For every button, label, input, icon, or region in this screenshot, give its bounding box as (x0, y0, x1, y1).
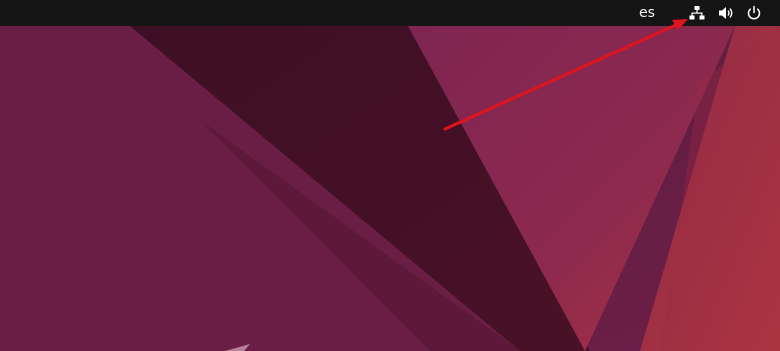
desktop-screen: es (0, 0, 780, 351)
top-bar: es (0, 0, 780, 26)
volume-icon[interactable] (717, 4, 735, 22)
desktop-wallpaper (0, 0, 780, 351)
keyboard-layout-indicator[interactable]: es (632, 0, 662, 26)
network-wired-icon[interactable] (688, 4, 706, 22)
power-icon[interactable] (745, 4, 763, 22)
